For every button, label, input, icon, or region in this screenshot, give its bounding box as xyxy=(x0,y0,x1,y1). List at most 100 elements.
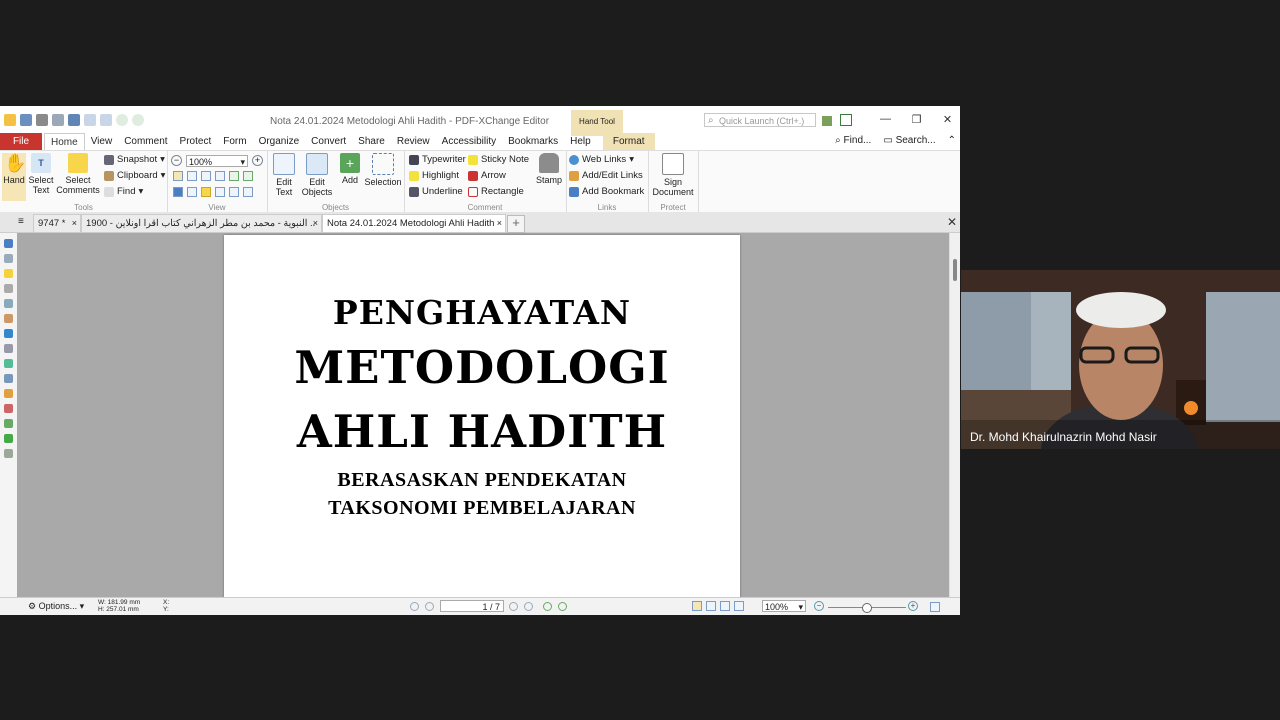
continuous-status-icon[interactable] xyxy=(706,601,716,611)
select-text-button[interactable]: T Select Text xyxy=(28,153,54,195)
edit-objects-button[interactable]: Edit Objects xyxy=(299,153,335,197)
properties-icon[interactable] xyxy=(243,187,253,197)
add-button[interactable]: + Add xyxy=(338,153,362,185)
vertical-scrollbar[interactable] xyxy=(949,233,960,597)
zoom-slider-knob[interactable] xyxy=(862,603,872,613)
web-links-button[interactable]: Web Links ▾ xyxy=(569,154,634,165)
tab-help[interactable]: Help xyxy=(564,133,597,150)
hand-button[interactable]: ✋ Hand xyxy=(2,153,26,201)
select-comments-button[interactable]: Select Comments xyxy=(56,153,100,195)
comments-panel-icon[interactable] xyxy=(4,269,13,278)
stamp-button[interactable]: Stamp xyxy=(534,153,564,185)
restore-icon[interactable]: ❐ xyxy=(901,113,932,126)
tags-panel-icon[interactable] xyxy=(4,344,13,353)
close-icon[interactable]: ✕ xyxy=(932,113,960,126)
tab-list-icon[interactable]: ≡ xyxy=(18,216,24,227)
prev-page-icon[interactable] xyxy=(425,602,434,611)
facing-icon[interactable] xyxy=(201,171,211,181)
sign-document-button[interactable]: Sign Document xyxy=(650,153,696,197)
content-panel-icon[interactable] xyxy=(4,359,13,368)
zoom-out-icon[interactable]: − xyxy=(171,155,182,166)
sticky-note-button[interactable]: Sticky Note xyxy=(468,154,529,165)
quick-launch-input[interactable]: Quick Launch (Ctrl+.) xyxy=(704,113,816,128)
tab-organize[interactable]: Organize xyxy=(253,133,306,150)
email-icon[interactable] xyxy=(52,114,64,126)
links-panel-icon[interactable] xyxy=(4,389,13,398)
scroll-thumb[interactable] xyxy=(953,259,957,281)
single-page-icon[interactable] xyxy=(173,171,183,181)
undo-icon[interactable] xyxy=(84,114,96,126)
tab-comment[interactable]: Comment xyxy=(118,133,173,150)
doc-tab-9747[interactable]: 9747 * × xyxy=(33,214,81,232)
open-icon[interactable] xyxy=(4,114,16,126)
facing-status-icon[interactable] xyxy=(720,601,730,611)
rotate-right-icon[interactable] xyxy=(243,171,253,181)
close-tab-icon[interactable]: × xyxy=(497,215,502,232)
continuous-icon[interactable] xyxy=(187,171,197,181)
page-icon[interactable] xyxy=(229,187,239,197)
copy-icon[interactable] xyxy=(187,187,197,197)
find-tool-button[interactable]: Find ▾ xyxy=(104,186,143,197)
tab-format[interactable]: Format xyxy=(602,133,655,150)
edit-text-button[interactable]: Edit Text xyxy=(271,153,297,197)
tab-view[interactable]: View xyxy=(85,133,119,150)
ui-options-icon[interactable] xyxy=(822,114,862,126)
facing-continuous-status-icon[interactable] xyxy=(734,601,744,611)
single-page-status-icon[interactable] xyxy=(692,601,702,611)
save-icon[interactable] xyxy=(20,114,32,126)
doc-tab-nota[interactable]: Nota 24.01.2024 Metodologi Ahli Hadith × xyxy=(322,214,506,232)
rectangle-button[interactable]: Rectangle xyxy=(468,186,524,197)
document-canvas[interactable]: PENGHAYATAN METODOLOGI AHLI HADITH BERAS… xyxy=(17,233,949,597)
doc-tab-arabic[interactable]: 1900 - النبوية - محمد بن مطر الزهراني كت… xyxy=(81,214,322,232)
underline-button[interactable]: Underline xyxy=(409,186,463,197)
collapse-ribbon-icon[interactable]: ⌃ xyxy=(948,133,956,148)
new-tab-button[interactable]: + xyxy=(507,215,525,233)
comment-icon[interactable] xyxy=(201,187,211,197)
tab-bookmarks[interactable]: Bookmarks xyxy=(502,133,564,150)
zoom-slider[interactable] xyxy=(828,603,906,613)
next-view-icon[interactable] xyxy=(558,602,567,611)
signatures-panel-icon[interactable] xyxy=(4,329,13,338)
search-button[interactable]: ▭ Search... xyxy=(883,133,935,148)
forward-icon[interactable] xyxy=(132,114,144,126)
zoom-select[interactable]: 100% ▾ xyxy=(186,155,248,167)
zoom-out-status-icon[interactable]: − xyxy=(814,601,824,611)
minimize-icon[interactable]: — xyxy=(870,113,901,126)
highlight-button[interactable]: Highlight xyxy=(409,170,459,181)
next-page-icon[interactable] xyxy=(509,602,518,611)
add-edit-links-button[interactable]: Add/Edit Links xyxy=(569,170,643,181)
bookmarks-panel-icon[interactable] xyxy=(4,239,13,248)
zoom-in-icon[interactable]: + xyxy=(252,155,263,166)
tab-protect[interactable]: Protect xyxy=(174,133,218,150)
layers-panel-icon[interactable] xyxy=(4,299,13,308)
print-icon[interactable] xyxy=(36,114,48,126)
properties-panel-icon[interactable] xyxy=(4,434,13,443)
link-icon[interactable] xyxy=(215,187,225,197)
bookmark-icon[interactable] xyxy=(173,187,183,197)
page-number-input[interactable]: 1 / 7 xyxy=(440,600,504,612)
history-panel-icon[interactable] xyxy=(4,449,13,458)
facing-continuous-icon[interactable] xyxy=(215,171,225,181)
fields-panel-icon[interactable] xyxy=(4,314,13,323)
zoom-in-status-icon[interactable]: + xyxy=(908,601,918,611)
tab-review[interactable]: Review xyxy=(391,133,436,150)
tab-form[interactable]: Form xyxy=(217,133,252,150)
find-button[interactable]: ⌕ Find... xyxy=(835,133,871,148)
tab-convert[interactable]: Convert xyxy=(305,133,352,150)
arrow-button[interactable]: Arrow xyxy=(468,170,506,181)
back-icon[interactable] xyxy=(116,114,128,126)
prev-view-icon[interactable] xyxy=(543,602,552,611)
close-tab-icon[interactable]: × xyxy=(72,215,77,232)
tab-accessibility[interactable]: Accessibility xyxy=(436,133,502,150)
structure-panel-icon[interactable] xyxy=(4,374,13,383)
tab-share[interactable]: Share xyxy=(352,133,391,150)
snapshot-button[interactable]: Snapshot ▾ xyxy=(104,154,165,165)
close-all-icon[interactable]: ✕ xyxy=(947,215,957,229)
scan-icon[interactable] xyxy=(68,114,80,126)
close-tab-icon[interactable]: × xyxy=(313,215,318,232)
last-page-icon[interactable] xyxy=(524,602,533,611)
tab-home[interactable]: Home xyxy=(44,133,85,151)
articles-panel-icon[interactable] xyxy=(4,419,13,428)
destinations-panel-icon[interactable] xyxy=(4,404,13,413)
add-bookmark-button[interactable]: Add Bookmark xyxy=(569,186,644,197)
